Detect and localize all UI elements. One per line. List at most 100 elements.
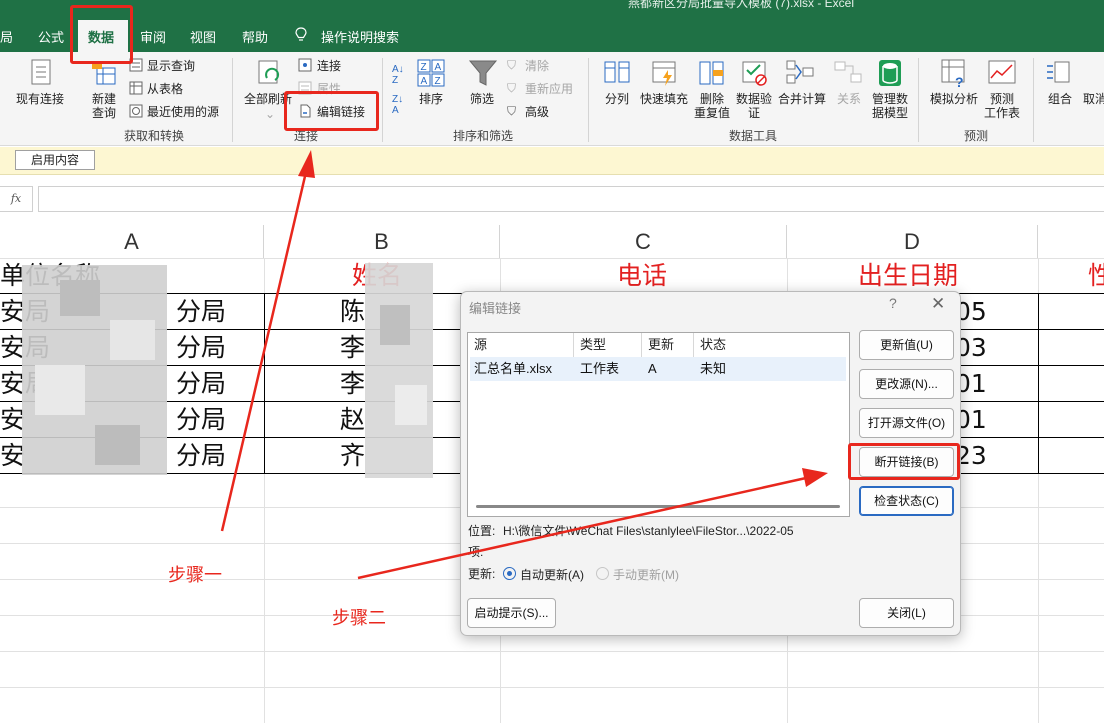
existing-connections-icon (31, 59, 51, 85)
sort-button[interactable]: 排序 (419, 92, 443, 106)
show-queries-button[interactable]: 显示查询 (147, 59, 195, 73)
consolidate-icon (786, 60, 814, 84)
list-header-update[interactable]: 更新 (642, 333, 694, 357)
link-status: 未知 (700, 361, 727, 376)
tell-me-search[interactable]: 操作说明搜索 (321, 27, 399, 46)
formula-input[interactable] (38, 186, 1104, 212)
ribbon: 现有连接 新建 查询 显示查询 从表格 最近使用的源 获取和转换 全部刷新 ⌄ … (0, 52, 1104, 146)
security-warning-bar: 启用内容 (0, 147, 1104, 175)
cell-unit-end[interactable]: 分局 (176, 330, 226, 366)
header-cell-phone[interactable]: 电话 (617, 258, 667, 294)
title-bar: 燕都新区分局批量导入模板 (7).xlsx - Excel 局 公式 数据 审阅… (0, 0, 1104, 52)
tab-review[interactable]: 审阅 (140, 27, 166, 46)
ribbon-separator (588, 58, 589, 142)
group-data-tools-label: 数据工具 (729, 129, 778, 143)
forecast-sheet-icon (988, 60, 1016, 84)
tab-page-layout[interactable]: 局 (0, 27, 13, 46)
links-list[interactable]: 源 类型 更新 状态 汇总名单.xlsx 工作表 A 未知 (467, 332, 850, 517)
sort-za-icon[interactable]: Z↓ A (392, 94, 403, 116)
link-source[interactable]: 汇总名单.xlsx (468, 357, 552, 381)
manual-update-label[interactable]: 手动更新(M) (613, 566, 679, 583)
privacy-blur-mask (380, 305, 410, 345)
recent-sources-button[interactable]: 最近使用的源 (147, 105, 219, 119)
column-header-d[interactable]: D (787, 225, 1038, 258)
group-get-transform-label: 获取和转换 (124, 129, 185, 143)
header-cell-birthdate[interactable]: 出生日期 (858, 258, 958, 294)
list-header-status[interactable]: 状态 (694, 333, 851, 357)
privacy-blur-mask (35, 365, 85, 415)
cell-name[interactable]: 赵 (340, 402, 365, 438)
filter-button[interactable]: 筛选 (470, 92, 494, 106)
list-header-type[interactable]: 类型 (574, 333, 642, 357)
from-table-button[interactable]: 从表格 (147, 82, 183, 96)
remove-duplicates-button[interactable]: 删除 重复值 (693, 92, 731, 120)
svg-text:?: ? (955, 74, 964, 88)
connections-icon (298, 58, 312, 72)
manual-update-radio[interactable] (596, 567, 609, 580)
open-source-button[interactable]: 打开源文件(O) (859, 408, 954, 438)
cell-unit-end[interactable]: 分局 (176, 294, 226, 330)
filter-icon (468, 60, 498, 86)
forecast-sheet-label-1: 预测 (989, 92, 1014, 106)
startup-prompt-button[interactable]: 启动提示(S)... (467, 598, 556, 628)
reapply-button[interactable]: 重新应用 (525, 82, 573, 96)
window-title: 燕都新区分局批量导入模板 (7).xlsx - Excel (628, 0, 855, 10)
group-button[interactable]: 组合 (1048, 92, 1072, 106)
svg-text:Z: Z (421, 62, 427, 73)
privacy-blur-mask (110, 320, 155, 360)
change-source-button[interactable]: 更改源(N)... (859, 369, 954, 399)
update-values-button[interactable]: 更新值(U) (859, 330, 954, 360)
consolidate-button[interactable]: 合并计算 (778, 92, 826, 106)
relationships-button[interactable]: 关系 (837, 92, 861, 106)
text-to-columns-button[interactable]: 分列 (605, 92, 629, 106)
existing-connections-button[interactable]: 现有连接 (16, 92, 64, 106)
help-icon[interactable]: ? (889, 295, 897, 311)
link-update-mode: A (648, 361, 657, 376)
step2-label: 步骤二 (332, 608, 386, 629)
cell-name[interactable]: 齐 (340, 438, 365, 474)
column-header-c[interactable]: C (500, 225, 787, 258)
svg-text:Z: Z (435, 76, 441, 87)
data-validation-button[interactable]: 数据验 证 (734, 92, 774, 120)
forecast-sheet-button[interactable]: 预测 工作表 (982, 92, 1022, 120)
clear-filter-button[interactable]: 清除 (525, 59, 549, 73)
column-header-e[interactable] (1038, 225, 1104, 258)
cell-name[interactable]: 李 (340, 330, 365, 366)
list-header-source[interactable]: 源 (468, 333, 574, 357)
update-label: 更新: (468, 567, 496, 581)
tab-help[interactable]: 帮助 (242, 27, 268, 46)
tab-formulas[interactable]: 公式 (38, 27, 64, 46)
enable-content-button[interactable]: 启用内容 (15, 150, 95, 170)
tab-view[interactable]: 视图 (190, 27, 216, 46)
chevron-down-icon: ⌄ (265, 107, 276, 121)
cell-unit-end[interactable]: 分局 (176, 366, 226, 402)
from-table-icon (129, 81, 143, 95)
ungroup-button[interactable]: 取消 (1083, 92, 1104, 106)
recent-sources-icon (129, 104, 143, 118)
what-if-analysis-button[interactable]: 模拟分析 (930, 92, 978, 106)
horizontal-scrollbar[interactable] (476, 505, 840, 508)
new-query-button[interactable]: 新建 查询 (88, 92, 120, 120)
close-icon[interactable]: ✕ (931, 294, 945, 314)
check-status-button[interactable]: 检查状态(C) (859, 486, 954, 516)
insert-function-button[interactable]: fx (0, 186, 33, 212)
header-cell-gender[interactable]: 性 (1088, 258, 1104, 294)
sort-az-icon[interactable]: A↓ Z (392, 64, 404, 86)
manage-data-model-button[interactable]: 管理数 据模型 (870, 92, 910, 120)
cell-name[interactable]: 李 (340, 366, 365, 402)
cell-name[interactable]: 陈 (340, 294, 365, 330)
connections-button[interactable]: 连接 (317, 59, 341, 73)
auto-update-label[interactable]: 自动更新(A) (520, 566, 584, 583)
ribbon-separator (1033, 58, 1034, 142)
dialog-close-button[interactable]: 关闭(L) (859, 598, 954, 628)
cell-unit-end[interactable]: 分局 (176, 438, 226, 474)
column-header-a[interactable]: A (0, 225, 264, 258)
cell-unit-end[interactable]: 分局 (176, 402, 226, 438)
advanced-filter-button[interactable]: 高级 (525, 105, 549, 119)
highlight-data-tab (70, 5, 133, 64)
column-header-b[interactable]: B (264, 225, 500, 258)
highlight-break-link (848, 443, 960, 480)
data-validation-icon (742, 61, 767, 86)
auto-update-radio[interactable] (503, 567, 516, 580)
flash-fill-button[interactable]: 快速填充 (640, 92, 688, 106)
